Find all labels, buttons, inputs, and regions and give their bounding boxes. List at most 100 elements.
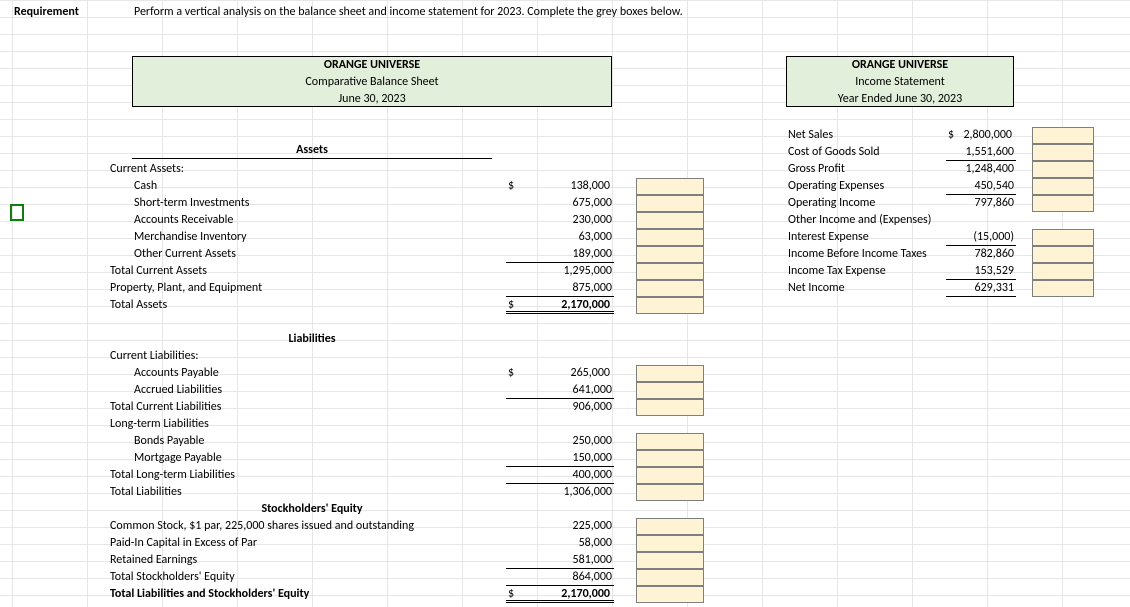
is-ibt-label: Income Before Income Taxes — [786, 246, 951, 263]
is-intexp-value: (15,000) — [946, 229, 1016, 246]
bs-tltl-value: 400,000 — [506, 467, 614, 484]
is-ns-input[interactable] — [1032, 127, 1094, 144]
is-cogs-input[interactable] — [1032, 144, 1094, 161]
bs-bp-input[interactable] — [636, 433, 704, 450]
bs-inv-value: 63,000 — [506, 229, 614, 246]
is-tax-input[interactable] — [1032, 263, 1094, 280]
is-ns-label: Net Sales — [786, 127, 951, 144]
is-gp-label: Gross Profit — [786, 161, 951, 178]
bs-tl-input[interactable] — [636, 484, 704, 501]
is-tax-value: 153,529 — [946, 263, 1016, 280]
is-ibt-input[interactable] — [1032, 246, 1094, 263]
bs-tl-value: 1,306,000 — [506, 484, 614, 501]
bs-bp-value: 250,000 — [506, 433, 614, 450]
bs-oca-label: Other Current Assets — [132, 246, 432, 263]
bs-tlse-label: Total Liabilities and Stockholders' Equi… — [108, 586, 508, 603]
bs-ap-label: Accounts Payable — [132, 365, 432, 382]
is-gp-value: 1,248,400 — [946, 161, 1016, 178]
bs-mp-input[interactable] — [636, 450, 704, 467]
is-opinc-input[interactable] — [1032, 195, 1094, 212]
is-ni-label: Net Income — [786, 280, 951, 297]
is-intexp-input[interactable] — [1032, 229, 1094, 246]
bs-tca-label: Total Current Assets — [108, 263, 408, 280]
is-opex-value: 450,540 — [946, 178, 1016, 195]
bs-tse-value: 864,000 — [506, 569, 614, 586]
bs-ap-input[interactable] — [636, 365, 704, 382]
bs-ta-input[interactable] — [636, 297, 704, 314]
bs-cash-label: Cash — [132, 178, 432, 195]
current-assets-label: Current Assets: — [108, 161, 408, 178]
bs-al-value: 641,000 — [506, 382, 614, 399]
bs-cash-input[interactable] — [636, 178, 704, 195]
bs-oca-value: 189,000 — [506, 246, 614, 263]
requirement-text: Perform a vertical analysis on the balan… — [132, 4, 832, 21]
bs-cs-input[interactable] — [636, 518, 704, 535]
se-header: Stockholders' Equity — [132, 501, 492, 518]
is-date: Year Ended June 30, 2023 — [786, 91, 1014, 108]
bs-tcl-value: 906,000 — [506, 399, 614, 416]
bs-tl-label: Total Liabilities — [108, 484, 408, 501]
bs-ar-label: Accounts Receivable — [132, 212, 432, 229]
bs-re-value: 581,000 — [506, 552, 614, 569]
bs-al-input[interactable] — [636, 382, 704, 399]
bs-tcl-input[interactable] — [636, 399, 704, 416]
bs-re-input[interactable] — [636, 552, 704, 569]
bs-inv-input[interactable] — [636, 229, 704, 246]
is-ni-value: 629,331 — [946, 280, 1016, 297]
is-intexp-label: Interest Expense — [786, 229, 951, 246]
bs-cs-label: Common Stock, $1 par, 225,000 shares iss… — [108, 518, 508, 535]
bs-tca-value: 1,295,000 — [506, 263, 614, 280]
bs-ar-input[interactable] — [636, 212, 704, 229]
is-cogs-value: 1,551,600 — [946, 144, 1016, 161]
is-opinc-label: Operating Income — [786, 195, 951, 212]
bs-ppe-value: 875,000 — [506, 280, 614, 297]
bs-pic-value: 58,000 — [506, 535, 614, 552]
ltl-label: Long-term Liabilities — [108, 416, 408, 433]
is-tax-label: Income Tax Expense — [786, 263, 951, 280]
cl-label: Current Liabilities: — [108, 348, 408, 365]
is-title: Income Statement — [786, 74, 1014, 91]
bs-tltl-input[interactable] — [636, 467, 704, 484]
liabilities-header: Liabilities — [132, 331, 492, 348]
bs-mp-value: 150,000 — [506, 450, 614, 467]
bs-title: Comparative Balance Sheet — [132, 74, 612, 91]
bs-re-label: Retained Earnings — [108, 552, 508, 569]
bs-cs-value: 225,000 — [506, 518, 614, 535]
bs-al-label: Accrued Liabilities — [132, 382, 432, 399]
bs-mp-label: Mortgage Payable — [132, 450, 432, 467]
bs-tlse-input[interactable] — [636, 586, 704, 603]
bs-pic-input[interactable] — [636, 535, 704, 552]
bs-tca-input[interactable] — [636, 263, 704, 280]
is-ni-input[interactable] — [1032, 280, 1094, 297]
bs-ppe-label: Property, Plant, and Equipment — [108, 280, 408, 297]
bs-sti-input[interactable] — [636, 195, 704, 212]
assets-header: Assets — [132, 142, 492, 159]
bs-tse-label: Total Stockholders' Equity — [108, 569, 508, 586]
bs-bp-label: Bonds Payable — [132, 433, 432, 450]
is-ibt-value: 782,860 — [946, 246, 1016, 263]
selected-cell[interactable] — [10, 204, 24, 221]
bs-tse-input[interactable] — [636, 569, 704, 586]
requirement-label: Requirement — [12, 4, 92, 21]
is-opex-label: Operating Expenses — [786, 178, 951, 195]
bs-tlse-value: $2,170,000 — [506, 586, 614, 603]
bs-ap-value: $265,000 — [506, 365, 614, 382]
is-cogs-label: Cost of Goods Sold — [786, 144, 951, 161]
bs-sti-label: Short-term Investments — [132, 195, 432, 212]
bs-ta-value: $2,170,000 — [506, 297, 614, 314]
is-company: ORANGE UNIVERSE — [786, 57, 1014, 74]
bs-company: ORANGE UNIVERSE — [132, 57, 612, 74]
is-ns-value: $2,800,000 — [946, 127, 1016, 144]
is-opinc-value: 797,860 — [946, 195, 1016, 212]
bs-sti-value: 675,000 — [506, 195, 614, 212]
bs-date: June 30, 2023 — [132, 91, 612, 108]
bs-pic-label: Paid-In Capital in Excess of Par — [108, 535, 508, 552]
bs-oca-input[interactable] — [636, 246, 704, 263]
is-opex-input[interactable] — [1032, 178, 1094, 195]
is-gp-input[interactable] — [1032, 161, 1094, 178]
bs-cash-value: $138,000 — [506, 178, 614, 195]
bs-ta-label: Total Assets — [108, 297, 408, 314]
bs-ar-value: 230,000 — [506, 212, 614, 229]
bs-tltl-label: Total Long-term Liabilities — [108, 467, 408, 484]
bs-ppe-input[interactable] — [636, 280, 704, 297]
